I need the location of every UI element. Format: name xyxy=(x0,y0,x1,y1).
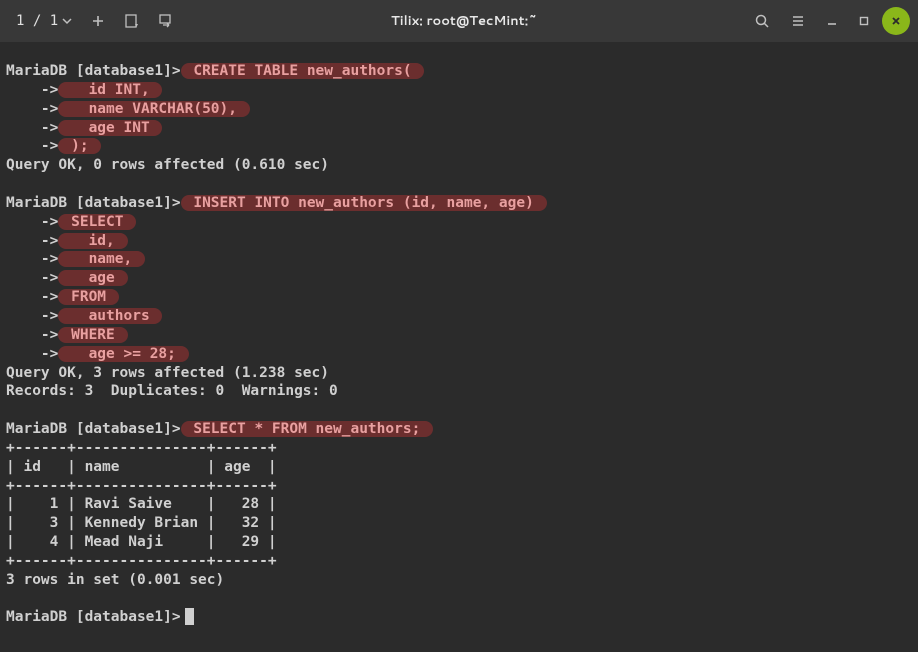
table-border: +------+---------------+------+ xyxy=(6,478,277,494)
add-tab-button[interactable] xyxy=(82,5,114,37)
titlebar-right xyxy=(746,5,910,37)
tab-counter-text: 1 / 1 xyxy=(16,13,58,29)
add-terminal-right-button[interactable] xyxy=(150,5,182,37)
maximize-icon xyxy=(858,15,870,27)
titlebar-left: 1 / 1 xyxy=(8,5,182,37)
terminal-output[interactable]: MariaDB [database1]> CREATE TABLE new_au… xyxy=(0,42,918,633)
cursor[interactable] xyxy=(185,608,194,625)
minimize-button[interactable] xyxy=(818,7,846,35)
continuation-arrow: -> xyxy=(6,82,58,98)
sql-line: WHERE xyxy=(58,327,127,343)
chevron-down-icon xyxy=(62,16,72,26)
sql-line: age >= 28; xyxy=(58,346,188,362)
sql-prompt: MariaDB [database1]> xyxy=(6,421,181,437)
continuation-arrow: -> xyxy=(6,251,58,267)
sql-insert: INSERT INTO new_authors (id, name, age) xyxy=(181,195,547,211)
close-icon xyxy=(890,15,902,27)
sql-line: SELECT xyxy=(58,214,136,230)
close-button[interactable] xyxy=(882,7,910,35)
continuation-arrow: -> xyxy=(6,327,58,343)
continuation-arrow: -> xyxy=(6,308,58,324)
plus-icon xyxy=(91,14,105,28)
sql-line: id INT, xyxy=(58,82,162,98)
sql-prompt: MariaDB [database1]> xyxy=(6,195,181,211)
tab-counter[interactable]: 1 / 1 xyxy=(8,9,80,33)
window-title: Tilix: root@TecMint:~ xyxy=(186,12,742,30)
sql-line: FROM xyxy=(58,289,118,305)
terminal-split-down-icon xyxy=(124,13,140,29)
table-header: | id | name | age | xyxy=(6,459,277,475)
table-border: +------+---------------+------+ xyxy=(6,440,277,456)
continuation-arrow: -> xyxy=(6,270,58,286)
table-row: | 1 | Ravi Saive | 28 | xyxy=(6,496,277,512)
sql-line: age INT xyxy=(58,120,162,136)
continuation-arrow: -> xyxy=(6,101,58,117)
menu-button[interactable] xyxy=(782,5,814,37)
minimize-icon xyxy=(826,15,838,27)
continuation-arrow: -> xyxy=(6,289,58,305)
query-result: Query OK, 3 rows affected (1.238 sec) xyxy=(6,365,329,381)
sql-line: age xyxy=(58,270,127,286)
hamburger-icon xyxy=(790,13,806,29)
sql-line: authors xyxy=(58,308,162,324)
terminal-split-right-icon xyxy=(158,13,174,29)
sql-line: ); xyxy=(58,138,101,154)
search-icon xyxy=(754,13,770,29)
sql-prompt: MariaDB [database1]> xyxy=(6,609,181,625)
query-result: Query OK, 0 rows affected (0.610 sec) xyxy=(6,157,329,173)
add-terminal-down-button[interactable] xyxy=(116,5,148,37)
sql-line: id, xyxy=(58,233,127,249)
continuation-arrow: -> xyxy=(6,233,58,249)
maximize-button[interactable] xyxy=(850,7,878,35)
sql-create-table: CREATE TABLE new_authors( xyxy=(181,63,425,79)
sql-select: SELECT * FROM new_authors; xyxy=(181,421,433,437)
query-result: 3 rows in set (0.001 sec) xyxy=(6,572,224,588)
sql-line: name, xyxy=(58,251,145,267)
query-result: Records: 3 Duplicates: 0 Warnings: 0 xyxy=(6,383,338,399)
search-button[interactable] xyxy=(746,5,778,37)
continuation-arrow: -> xyxy=(6,214,58,230)
table-border: +------+---------------+------+ xyxy=(6,553,277,569)
sql-prompt: MariaDB [database1]> xyxy=(6,63,181,79)
table-row: | 4 | Mead Naji | 29 | xyxy=(6,534,277,550)
continuation-arrow: -> xyxy=(6,138,58,154)
titlebar: 1 / 1 Tilix: root@TecMint:~ xyxy=(0,0,918,42)
sql-line: name VARCHAR(50), xyxy=(58,101,249,117)
table-row: | 3 | Kennedy Brian | 32 | xyxy=(6,515,277,531)
continuation-arrow: -> xyxy=(6,120,58,136)
continuation-arrow: -> xyxy=(6,346,58,362)
